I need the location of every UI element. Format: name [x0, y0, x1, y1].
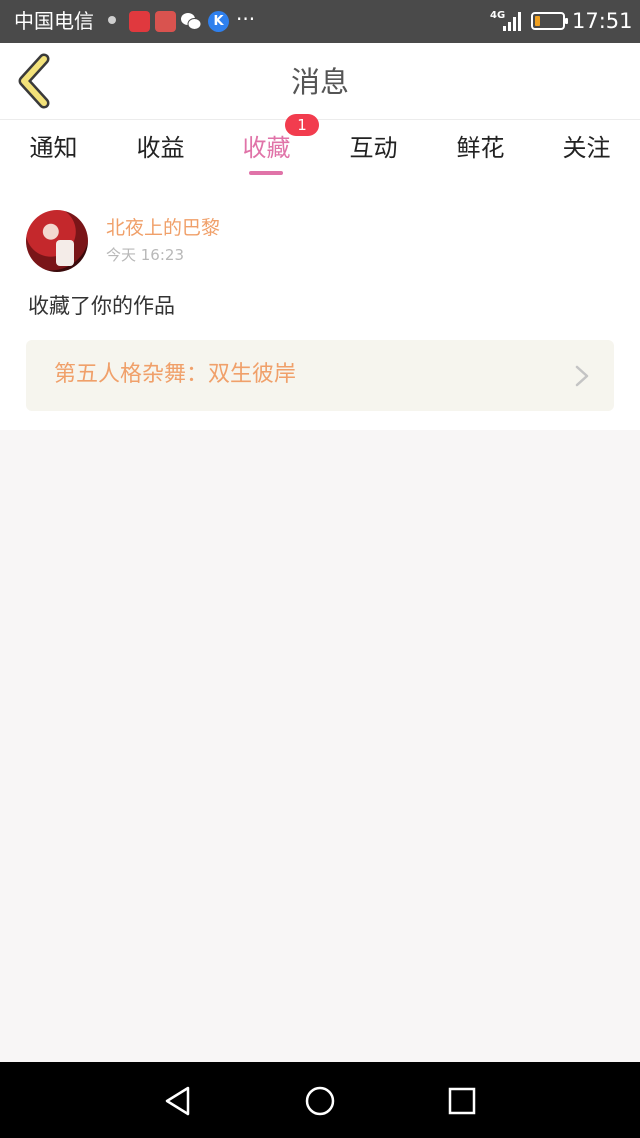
book-app-icon [155, 11, 176, 32]
tab-following[interactable]: 关注 [533, 120, 640, 180]
action-text: 收藏了你的作品 [28, 294, 175, 318]
notification-item: 北夜上的巴黎 今天 16:23 收藏了你的作品 第五人格杂舞：双生彼岸 [0, 180, 640, 430]
shop-app-icon [129, 11, 150, 32]
wechat-icon [180, 11, 202, 32]
battery-level [535, 16, 540, 26]
active-tab-indicator [249, 171, 283, 175]
header: 消息 [0, 43, 640, 120]
notification-dot-icon [108, 16, 116, 24]
username[interactable]: 北夜上的巴黎 [106, 215, 220, 241]
timestamp: 今天 16:23 [106, 246, 184, 264]
work-title: 第五人格杂舞：双生彼岸 [54, 362, 297, 387]
k-app-icon [208, 11, 229, 32]
clock: 17:51 [572, 9, 633, 33]
signal-icon [503, 11, 523, 31]
tab-interactions[interactable]: 互动 [320, 120, 427, 180]
chevron-right-icon [575, 365, 589, 387]
tab-badge-count: 1 [285, 114, 319, 136]
tab-bar: 通知 收益 收藏 互动 鲜花 关注 [0, 120, 640, 180]
back-triangle-icon[interactable] [161, 1084, 195, 1118]
tab-flowers[interactable]: 鲜花 [427, 120, 534, 180]
carrier-name: 中国电信 [14, 9, 94, 33]
system-nav-bar [0, 1062, 640, 1138]
page-title: 消息 [290, 65, 349, 99]
tab-notifications[interactable]: 通知 [0, 120, 107, 180]
home-circle-icon[interactable] [303, 1084, 337, 1118]
avatar[interactable] [26, 210, 88, 272]
status-bar: 中国电信 ··· 4G 17:51 [0, 0, 640, 43]
recents-square-icon[interactable] [445, 1084, 479, 1118]
more-icon: ··· [236, 7, 256, 31]
work-link[interactable]: 第五人格杂舞：双生彼岸 [26, 340, 614, 411]
tab-earnings[interactable]: 收益 [107, 120, 214, 180]
battery-icon [531, 12, 568, 30]
